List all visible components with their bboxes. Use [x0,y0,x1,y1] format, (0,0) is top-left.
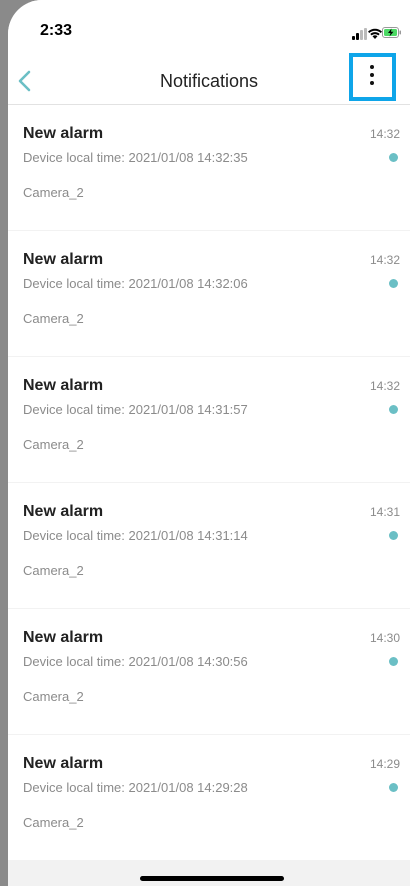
notification-description: Device local time: 2021/01/08 14:31:14 [23,528,248,543]
notification-camera: Camera_2 [23,563,84,578]
notification-item[interactable]: New alarm Device local time: 2021/01/08 … [8,231,410,356]
notification-camera: Camera_2 [23,815,84,830]
notification-title: New alarm [23,503,104,520]
notification-camera: Camera_2 [23,185,84,200]
notification-time: 14:31 [369,505,400,519]
notification-title: New alarm [23,251,104,268]
notification-description: Device local time: 2021/01/08 14:32:06 [23,276,248,291]
notification-title: New alarm [23,629,104,646]
unread-dot [389,279,398,288]
notification-time: 14:29 [369,757,400,771]
notification-time: 14:32 [369,379,400,393]
notification-description: Device local time: 2021/01/08 14:31:57 [23,402,248,417]
status-time: 2:33 [40,22,73,39]
notification-camera: Camera_2 [23,311,84,326]
notification-item[interactable]: New alarm Device local time: 2021/01/08 … [8,357,410,482]
unread-dot [389,783,398,792]
home-indicator[interactable] [140,876,284,881]
unread-dot [389,657,398,666]
notification-time: 14:30 [369,631,400,645]
unread-dot [389,531,398,540]
battery-charging-icon [382,27,401,38]
notification-description: Device local time: 2021/01/08 14:29:28 [23,780,248,795]
notification-description: Device local time: 2021/01/08 14:32:35 [23,150,248,165]
notification-time: 14:32 [369,127,400,141]
unread-dot [389,405,398,414]
notification-title: New alarm [23,377,104,394]
vertical-ellipsis-icon [370,65,375,89]
phone-screen: 2:33 Notifications New alarm Device loca… [8,0,410,886]
notification-item[interactable]: New alarm Device local time: 2021/01/08 … [8,105,410,230]
notification-camera: Camera_2 [23,437,84,452]
nav-bar: Notifications [8,53,410,105]
notification-description: Device local time: 2021/01/08 14:30:56 [23,654,248,669]
notification-title: New alarm [23,755,104,772]
notification-title: New alarm [23,125,104,142]
notification-time: 14:32 [369,253,400,267]
notification-item[interactable]: New alarm Device local time: 2021/01/08 … [8,483,410,608]
notification-list: New alarm Device local time: 2021/01/08 … [8,105,410,861]
notification-camera: Camera_2 [23,689,84,704]
unread-dot [389,153,398,162]
notification-item[interactable]: New alarm Device local time: 2021/01/08 … [8,609,410,734]
status-bar: 2:33 [8,0,410,58]
more-options-button[interactable] [349,53,396,101]
notification-item[interactable]: New alarm Device local time: 2021/01/08 … [8,735,410,860]
